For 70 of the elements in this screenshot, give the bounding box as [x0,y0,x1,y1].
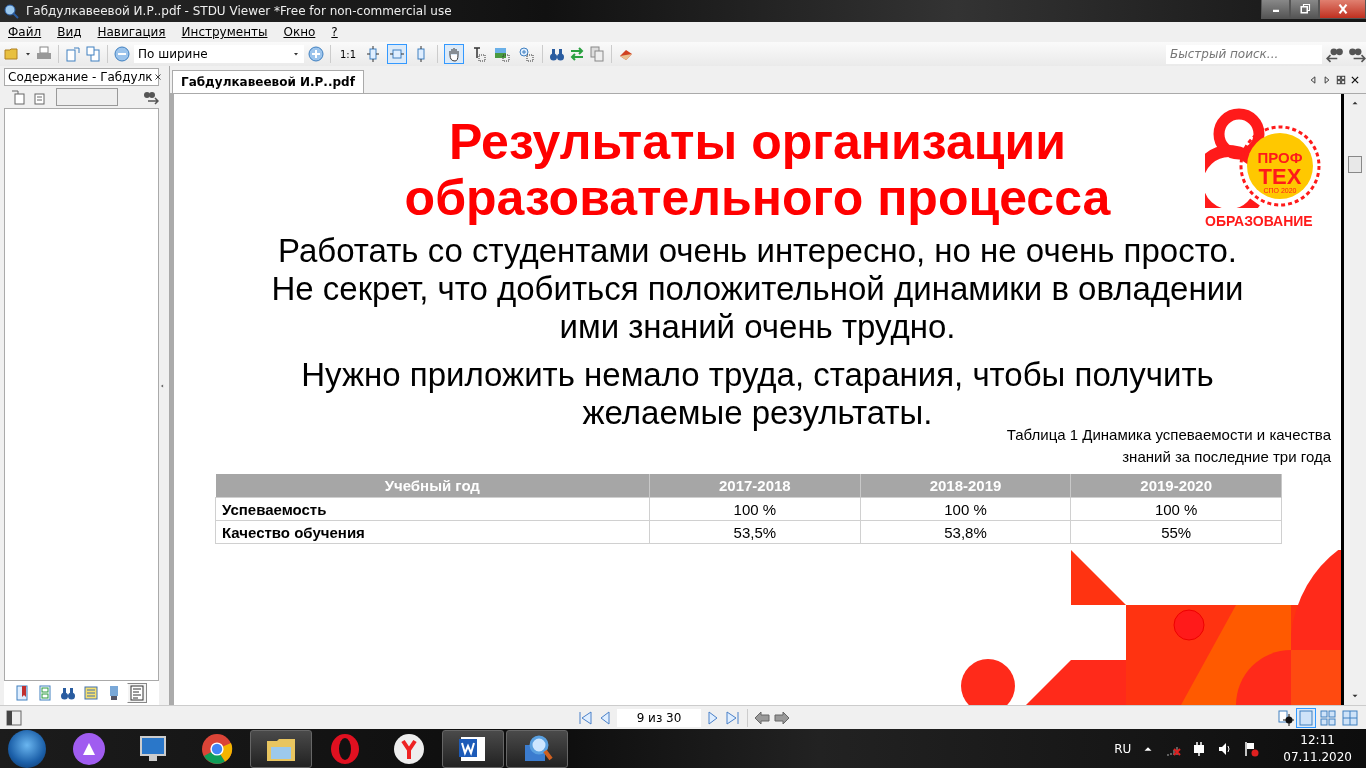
menu-item[interactable]: Файл [0,25,50,39]
logo-text: ПРОФ [1257,149,1303,166]
window-title: Габдулкавеевой И.Р..pdf - STDU Viewer *Free for non-commercial use [26,4,453,18]
minimize-button[interactable] [1261,0,1290,19]
menu-item[interactable]: Инструменты [173,25,276,39]
slide-paragraph: Работать со студентами очень интересно, но не очень просто. Не секрет, что добиться положительной динамики в овладении ими знаний очень трудно. [270,232,1245,346]
zoom-out-icon[interactable] [114,46,130,62]
menu-item[interactable]: Вид [49,25,90,39]
column-header: 2018-2019 [860,474,1071,498]
next-tab-icon[interactable] [1322,74,1332,85]
logo-text: ОБРАЗОВАНИЕ [1205,212,1313,230]
close-button[interactable] [1319,0,1366,19]
restore-icon[interactable] [1298,3,1311,15]
close-icon[interactable] [152,72,163,82]
column-header: Учебный год [215,474,650,498]
clock[interactable]: 12:11 07.11.2020 [1283,732,1352,766]
taskbar-app[interactable] [250,730,312,768]
quick-search-field[interactable]: Быстрый поиск... [1166,44,1322,64]
menu-item[interactable]: Навигация [89,25,174,39]
maximize-button[interactable] [1290,0,1319,19]
table-cell: Успеваемость [215,497,650,521]
tile-windows-icon[interactable] [1336,74,1346,85]
column-header: 2017-2018 [649,474,861,498]
browser-icon[interactable] [201,733,233,765]
swap-arrows-icon[interactable] [569,46,586,62]
start-button[interactable] [8,730,46,768]
assistant-icon[interactable] [73,733,105,765]
print-icon[interactable] [36,46,52,62]
binoculars-icon[interactable] [549,46,566,62]
browser-icon[interactable] [393,733,425,765]
find-next-icon[interactable] [1348,45,1366,63]
table-caption: Таблица 1 Динамика успеваемости и качества знаний за последние три года [1005,425,1331,467]
taskbar-app[interactable] [506,730,568,768]
menu-item[interactable]: ? [323,25,346,39]
document-tab[interactable]: Габдулкавеевой И.Р..pdf [172,70,364,93]
zoom-dropdown[interactable]: По ширине [134,45,304,63]
app-icon [4,3,20,19]
copy-page-icon[interactable] [85,46,101,62]
last-page-icon[interactable] [725,709,741,726]
expand-tree-icon[interactable] [10,89,26,105]
back-icon[interactable] [754,709,770,726]
toggle-panel-icon[interactable] [6,709,22,726]
table-cell: 55% [1070,520,1282,544]
language-indicator[interactable]: RU [1114,742,1132,756]
previous-tab-icon[interactable] [1308,74,1318,85]
table-cell: 53,5% [649,520,861,544]
zoom-in-icon[interactable] [308,46,324,62]
table-cell: 100 % [860,497,1071,521]
close-icon[interactable] [1350,74,1360,85]
flag-error-icon[interactable] [1243,741,1260,757]
find-previous-icon[interactable] [1326,45,1344,63]
brightness-icon[interactable] [1278,709,1294,726]
scrollbar-thumb[interactable] [1348,156,1362,173]
column-header: 2019-2020 [1070,474,1282,498]
taskbar-app[interactable] [442,730,504,768]
first-page-icon[interactable] [577,709,593,726]
table-cell: 100 % [1070,497,1282,521]
slide-title: Результаты организации образовательного процесса [403,114,1112,226]
table-cell: 100 % [649,497,861,521]
table-cell: 53,8% [860,520,1071,544]
search-field[interactable] [56,88,118,106]
panel-title: Содержание - Габдулк [8,70,153,84]
opera-icon[interactable] [329,733,361,765]
find-next-icon[interactable] [143,89,159,105]
table-cell: Качество обучения [215,520,650,544]
logo-text: ТЕХ [1258,164,1302,189]
page-number-field[interactable]: 9 из 30 [617,708,701,727]
menu-item[interactable]: Окно [275,25,324,39]
forward-icon[interactable] [774,709,790,726]
actual-size-button[interactable]: 1:1 [337,48,360,60]
